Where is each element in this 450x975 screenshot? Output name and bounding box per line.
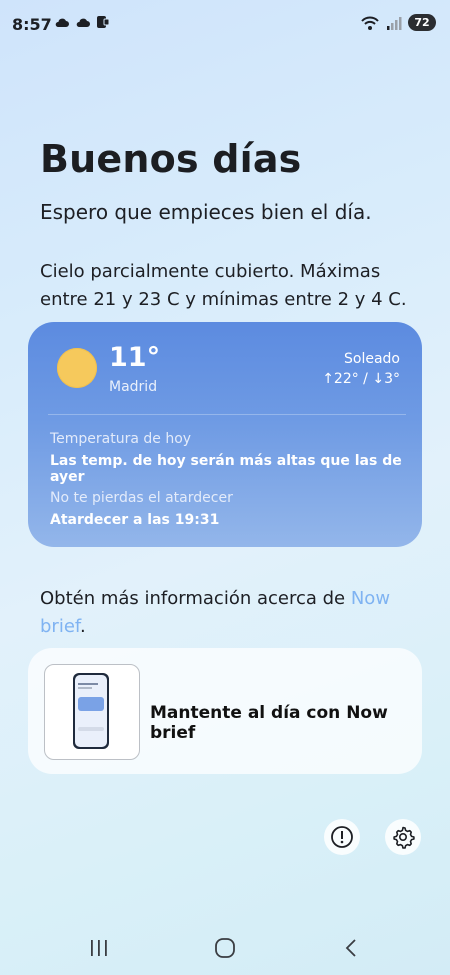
- navigation-bar: [0, 925, 450, 970]
- status-time: 8:57: [12, 15, 52, 34]
- sunset-label: No te pierdas el atardecer: [50, 490, 233, 506]
- recent-apps-icon: [91, 940, 107, 956]
- info-button[interactable]: [324, 819, 360, 855]
- settings-button[interactable]: [385, 819, 421, 855]
- status-bar: 8:57 72: [0, 0, 450, 50]
- more-info-text: Obtén más información acerca de Now brie…: [40, 585, 410, 641]
- more-info-prefix: Obtén más información acerca de: [40, 588, 351, 609]
- more-info-suffix: .: [79, 616, 86, 637]
- card-divider: [48, 414, 406, 415]
- signal-icon: [387, 16, 402, 30]
- home-button[interactable]: [210, 933, 240, 963]
- city-name: Madrid: [109, 379, 158, 395]
- weather-card[interactable]: 11° Madrid Soleado ↑22° / ↓3° Temperatur…: [28, 322, 422, 547]
- wifi-icon: [361, 16, 379, 30]
- system-indicators: 72: [360, 14, 436, 31]
- current-temperature: 11°: [109, 342, 161, 373]
- today-temperature-value: Las temp. de hoy serán más altas que las…: [50, 453, 402, 485]
- gear-icon: [393, 826, 415, 849]
- sun-icon: [57, 348, 97, 388]
- promo-thumbnail: [44, 664, 140, 760]
- home-icon: [215, 938, 235, 958]
- promo-title: Mantente al día con Now brief: [150, 703, 388, 743]
- today-temperature-label: Temperatura de hoy: [50, 431, 192, 447]
- back-icon: [345, 939, 356, 957]
- info-icon: [331, 826, 353, 848]
- greeting-title: Buenos días: [40, 137, 302, 181]
- sunset-value: Atardecer a las 19:31: [50, 512, 220, 528]
- temperature-range: ↑22° / ↓3°: [322, 371, 400, 387]
- recent-apps-button[interactable]: [84, 933, 114, 963]
- greeting-subtitle: Espero que empieces bien el día.: [40, 200, 372, 224]
- app-notification-icon: [97, 16, 110, 28]
- now-brief-promo-card[interactable]: Mantente al día con Now brief: [28, 648, 422, 774]
- cloud-icon: [55, 18, 69, 27]
- notification-icons: [54, 15, 110, 29]
- forecast-summary: Cielo parcialmente cubierto. Máximas ent…: [40, 261, 407, 310]
- back-button[interactable]: [336, 933, 366, 963]
- cloud-icon: [76, 18, 90, 27]
- phone-illustration: [73, 673, 109, 749]
- weather-condition: Soleado: [344, 351, 400, 367]
- battery-icon: 72: [408, 14, 436, 31]
